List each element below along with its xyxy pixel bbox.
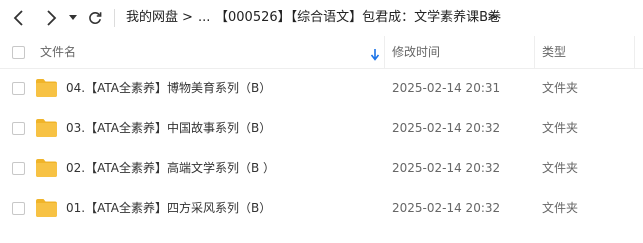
file-type: 文件夹: [542, 161, 579, 175]
column-header-name[interactable]: 文件名: [40, 44, 76, 60]
column-header-modified[interactable]: 修改时间: [392, 44, 440, 60]
file-type: 文件夹: [542, 81, 579, 95]
row-checkbox[interactable]: [12, 122, 25, 135]
file-row[interactable]: 03.【ATA全素养】中国故事系列（B） 2025-02-14 20:32 文件…: [0, 108, 643, 148]
file-modified-time: 2025-02-14 20:32: [392, 201, 501, 215]
breadcrumb-ellipsis[interactable]: ...: [198, 9, 210, 27]
column-divider[interactable]: [634, 36, 635, 68]
file-row[interactable]: 02.【ATA全素养】高端文学系列（B ） 2025-02-14 20:32 文…: [0, 148, 643, 188]
history-dropdown-button[interactable]: [66, 10, 80, 26]
column-divider[interactable]: [384, 36, 385, 68]
refresh-button[interactable]: [86, 9, 104, 27]
chevron-left-icon: [13, 10, 23, 26]
folder-icon: [36, 199, 57, 217]
row-checkbox[interactable]: [12, 82, 25, 95]
caret-down-icon: [69, 15, 77, 20]
breadcrumb-separator: >: [182, 10, 193, 25]
back-button[interactable]: [8, 8, 30, 28]
breadcrumb-root[interactable]: 我的网盘: [126, 9, 178, 27]
file-modified-time: 2025-02-14 20:32: [392, 121, 501, 135]
file-type: 文件夹: [542, 121, 579, 135]
file-name[interactable]: 02.【ATA全素养】高端文学系列（B ）: [66, 160, 275, 176]
file-type: 文件夹: [542, 201, 579, 215]
file-name[interactable]: 04.【ATA全素养】博物美育系列（B）: [66, 80, 271, 96]
file-row[interactable]: 01.【ATA全素养】四方采风系列（B） 2025-02-14 20:32 文件…: [0, 188, 643, 228]
refresh-icon: [89, 12, 102, 24]
column-header-type[interactable]: 类型: [542, 44, 566, 60]
row-checkbox[interactable]: [12, 162, 25, 175]
file-modified-time: 2025-02-14 20:31: [392, 81, 501, 95]
row-checkbox[interactable]: [12, 202, 25, 215]
file-list-header: 文件名 修改时间 类型: [0, 36, 643, 69]
folder-icon: [36, 159, 57, 177]
chevron-right-icon: [47, 10, 57, 26]
folder-icon: [36, 119, 57, 137]
file-modified-time: 2025-02-14 20:32: [392, 161, 501, 175]
column-divider[interactable]: [534, 36, 535, 68]
breadcrumb-separator: >: [487, 10, 498, 25]
folder-icon: [36, 79, 57, 97]
select-all-checkbox[interactable]: [12, 46, 25, 59]
file-row[interactable]: 04.【ATA全素养】博物美育系列（B） 2025-02-14 20:31 文件…: [0, 68, 643, 108]
sort-descending-icon[interactable]: [370, 46, 380, 61]
file-name[interactable]: 03.【ATA全素养】中国故事系列（B）: [66, 120, 271, 136]
breadcrumb-current-folder[interactable]: 【000526】【综合语文】包君成：文学素养课B卷: [215, 9, 501, 27]
nav-divider: [114, 9, 115, 27]
forward-button[interactable]: [40, 8, 62, 28]
navigation-bar: 我的网盘 > ... 【000526】【综合语文】包君成：文学素养课B卷 >: [0, 0, 643, 36]
file-name[interactable]: 01.【ATA全素养】四方采风系列（B）: [66, 200, 271, 216]
